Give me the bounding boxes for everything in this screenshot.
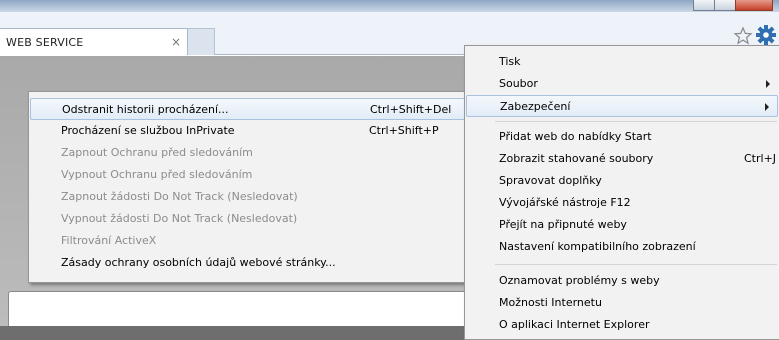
- close-window-button[interactable]: [735, 0, 773, 11]
- maximize-button[interactable]: [714, 0, 736, 11]
- menu-item-label: Spravovat doplňky: [499, 174, 602, 187]
- developer-tools-item[interactable]: Vývojářské nástroje F12: [466, 192, 778, 214]
- disable-tracking-protection-item: Vypnout Ochranu před sledováním: [30, 164, 465, 186]
- menu-item-label: Zabezpečení: [500, 100, 571, 113]
- menu-item-label: Přejít na připnuté weby: [499, 218, 627, 231]
- menu-item-shortcut: Ctrl+Shift+P: [369, 124, 439, 137]
- favorites-star-icon[interactable]: [733, 26, 753, 46]
- menu-item-label: Zobrazit stahované soubory: [499, 152, 654, 165]
- menu-separator: [495, 121, 777, 122]
- menu-item-label: Soubor: [499, 77, 538, 90]
- compatibility-view-settings-item[interactable]: Nastavení kompatibilního zobrazení: [466, 236, 778, 258]
- report-website-problems-item[interactable]: Oznamovat problémy s weby: [466, 270, 778, 292]
- menu-item-label: Procházení se službou InPrivate: [61, 124, 235, 137]
- disable-do-not-track-item: Vypnout žádosti Do Not Track (Nesledovat…: [30, 208, 465, 230]
- browser-tab[interactable]: WEB SERVICE ×: [0, 28, 188, 55]
- submenu-arrow-icon: [766, 80, 770, 88]
- view-downloads-item[interactable]: Zobrazit stahované soubory Ctrl+J: [466, 148, 778, 170]
- enable-do-not-track-item: Zapnout žádosti Do Not Track (Nesledovat…: [30, 186, 465, 208]
- menu-item-label: Zapnout žádosti Do Not Track (Nesledovat…: [61, 190, 298, 203]
- menu-item-shortcut: Ctrl+Shift+Del: [370, 103, 452, 116]
- menu-item-label: Přidat web do nabídky Start: [499, 130, 652, 143]
- menu-item-label: Nastavení kompatibilního zobrazení: [499, 240, 696, 253]
- menu-item-label: Vypnout Ochranu před sledováním: [61, 168, 253, 181]
- new-tab-button[interactable]: [188, 28, 215, 55]
- file-item[interactable]: Soubor: [466, 73, 778, 95]
- menu-item-label: Vypnout žádosti Do Not Track (Nesledovat…: [61, 212, 298, 225]
- enable-tracking-protection-item: Zapnout Ochranu před sledováním: [30, 142, 465, 164]
- menu-item-label: Filtrování ActiveX: [61, 234, 157, 247]
- page-panel: [8, 291, 465, 331]
- window-frame: [0, 0, 779, 12]
- tab-title: WEB SERVICE: [6, 36, 84, 49]
- menu-item-shortcut: Ctrl+J: [744, 152, 777, 165]
- inprivate-browsing-item[interactable]: Procházení se službou InPrivate Ctrl+Shi…: [30, 120, 465, 142]
- menu-separator: [495, 264, 777, 265]
- menu-item-label: Odstranit historii procházení...: [62, 103, 229, 116]
- tab-close-icon[interactable]: ×: [171, 35, 181, 49]
- page-footer-strip: [0, 326, 465, 340]
- menu-item-label: O aplikaci Internet Explorer: [499, 318, 650, 331]
- menu-item-label: Oznamovat problémy s weby: [499, 274, 660, 287]
- pinned-sites-item[interactable]: Přejít na připnuté weby: [466, 214, 778, 236]
- menu-item-label: Vývojářské nástroje F12: [499, 196, 631, 209]
- print-item[interactable]: Tisk: [466, 51, 778, 73]
- about-internet-explorer-item[interactable]: O aplikaci Internet Explorer: [466, 314, 778, 336]
- menu-item-label: Možnosti Internetu: [499, 296, 602, 309]
- menu-item-label: Zapnout Ochranu před sledováním: [61, 146, 253, 159]
- tools-menu: Tisk Soubor Zabezpečení Přidat web do na…: [464, 45, 779, 340]
- internet-options-item[interactable]: Možnosti Internetu: [466, 292, 778, 314]
- submenu-arrow-icon: [765, 103, 769, 111]
- delete-browsing-history-item[interactable]: Odstranit historii procházení... Ctrl+Sh…: [30, 98, 465, 120]
- menu-item-label: Zásady ochrany osobních údajů webové str…: [61, 256, 336, 269]
- webpage-privacy-policy-item[interactable]: Zásady ochrany osobních údajů webové str…: [30, 252, 465, 274]
- menu-item-label: Tisk: [499, 55, 521, 68]
- minimize-button[interactable]: [693, 0, 715, 11]
- activex-filtering-item: Filtrování ActiveX: [30, 230, 465, 252]
- add-site-to-start-item[interactable]: Přidat web do nabídky Start: [466, 126, 778, 148]
- tools-gear-icon[interactable]: [755, 24, 777, 46]
- security-item[interactable]: Zabezpečení: [466, 95, 778, 117]
- security-submenu: Odstranit historii procházení... Ctrl+Sh…: [28, 91, 467, 283]
- window-caption-buttons: [693, 0, 773, 11]
- manage-addons-item[interactable]: Spravovat doplňky: [466, 170, 778, 192]
